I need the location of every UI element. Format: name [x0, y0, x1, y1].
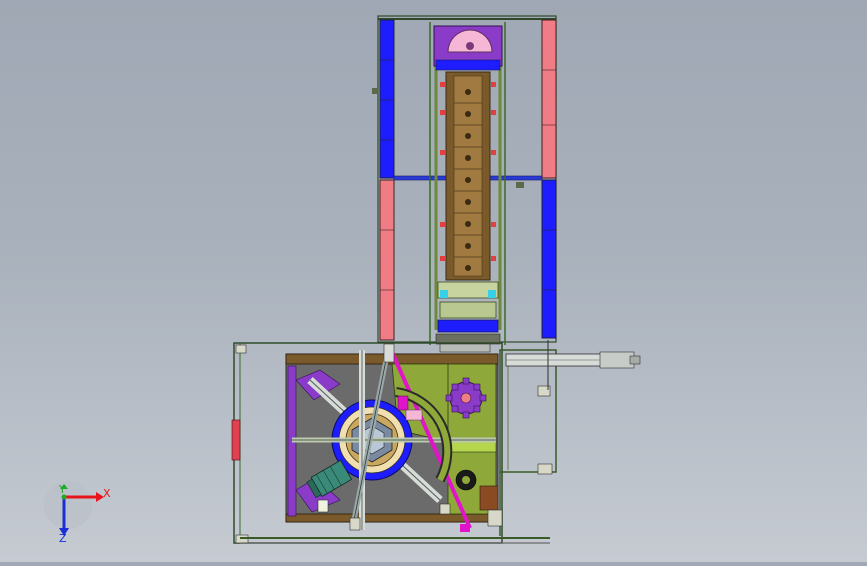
right-blue-panel	[541, 179, 557, 339]
drive-gear	[445, 377, 487, 419]
left-blue-panel	[379, 19, 395, 179]
y-axis-label: Y	[58, 483, 66, 496]
vertical-conveyor-assembly	[372, 15, 557, 345]
base-machine-frame	[231, 340, 641, 544]
axis-triad: X Y Z	[44, 481, 111, 545]
x-axis-label: X	[103, 487, 111, 500]
cad-drawing: X Y Z	[44, 15, 641, 545]
left-pink-panel	[379, 179, 395, 341]
z-axis-label: Z	[59, 532, 67, 545]
right-pink-panel	[541, 19, 557, 179]
cad-viewport[interactable]: X Y Z	[0, 0, 867, 562]
ejector-arm	[505, 340, 641, 390]
axis-origin	[44, 481, 92, 529]
